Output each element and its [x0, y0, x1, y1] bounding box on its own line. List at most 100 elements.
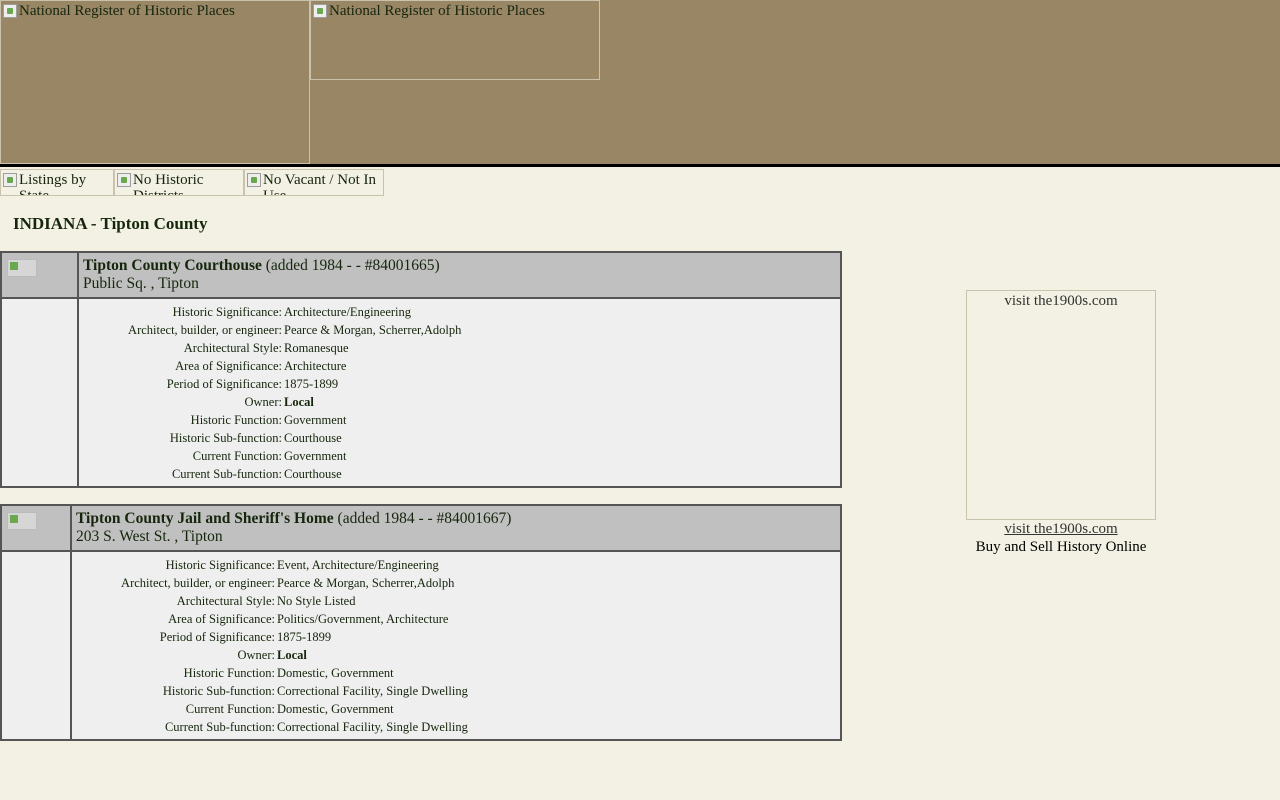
detail-value: Architecture — [284, 359, 347, 373]
detail-label: Current Function: — [192, 449, 282, 463]
detail-row: Area of Significance: Politics/Government… — [72, 610, 840, 628]
site-header: National Register of Historic Places Nat… — [0, 0, 1280, 167]
detail-value: Domestic, Government — [277, 702, 394, 716]
detail-row: Historic Significance: Event, Architectur… — [72, 556, 840, 574]
detail-row: Architectural Style: No Style Listed — [72, 592, 840, 610]
broken-image-icon — [7, 512, 37, 530]
detail-label: Period of Significance: — [159, 630, 275, 644]
detail-value: Correctional Facility, Single Dwelling — [277, 684, 468, 698]
detail-value: Government — [284, 413, 347, 427]
detail-table: Historic Significance: Architecture/Engin… — [79, 299, 840, 489]
ad-tagline: Buy and Sell History Online — [975, 539, 1147, 555]
logo-image[interactable]: National Register of Historic Places — [0, 0, 310, 164]
detail-label: Current Sub-function: — [164, 720, 275, 734]
detail-value: Correctional Facility, Single Dwelling — [277, 720, 468, 734]
nav-listings-by-state[interactable]: Listings by State — [0, 169, 114, 196]
broken-image-icon — [3, 4, 17, 18]
broken-image-icon — [247, 173, 261, 187]
detail-table: Historic Significance: Event, Architectur… — [72, 552, 840, 742]
broken-image-icon — [7, 259, 37, 277]
detail-value: Courthouse — [284, 467, 342, 481]
listing-name: Tipton County Courthouse — [83, 257, 262, 274]
logo-alt-text: National Register of Historic Places — [19, 3, 235, 19]
listing-card: Tipton County Courthouse (added 1984 - -… — [0, 251, 842, 488]
detail-label: Owner: — [237, 648, 276, 662]
detail-row: Historic Function: Domestic, Government — [72, 664, 840, 682]
broken-image-icon — [313, 4, 327, 18]
ad-image-alt: visit the1900s.com — [1004, 293, 1118, 309]
detail-label: Historic Significance: — [165, 558, 275, 572]
listing-thumbnail[interactable] — [2, 253, 79, 297]
detail-value: Architecture/Engineering — [284, 305, 412, 319]
detail-value: Politics/Government, Architecture — [277, 612, 449, 626]
detail-row: Current Function: Government — [79, 447, 840, 465]
detail-value: Local — [277, 646, 307, 664]
detail-label: Historic Significance: — [172, 305, 282, 319]
detail-value-bold: Local — [277, 648, 307, 662]
detail-value: Local — [284, 393, 314, 411]
ad-link[interactable]: visit the1900s.com — [941, 521, 1181, 538]
detail-value: Courthouse — [284, 431, 342, 445]
listing-details: Historic Significance: Event, Architectur… — [2, 552, 840, 742]
detail-row: Historic Sub-function: Courthouse — [79, 429, 840, 447]
detail-row: Architectural Style: Romanesque — [79, 339, 840, 357]
detail-value-bold: Local — [284, 395, 314, 409]
detail-label: Historic Function: — [183, 666, 275, 680]
nav-label: Listings by State — [19, 172, 87, 196]
detail-value: Government — [284, 449, 347, 463]
listing-title: Tipton County Jail and Sheriff's Home (a… — [72, 506, 515, 550]
detail-label: Architectural Style: — [176, 594, 275, 608]
detail-value: 1875-1899 — [277, 630, 332, 644]
detail-value: Domestic, Government — [277, 666, 394, 680]
detail-label: Current Function: — [185, 702, 275, 716]
page-title: INDIANA - Tipton County — [13, 214, 208, 233]
listing-details: Historic Significance: Architecture/Engin… — [2, 299, 840, 489]
detail-row: Historic Significance: Architecture/Engin… — [79, 303, 840, 321]
detail-label: Period of Significance: — [166, 377, 282, 391]
detail-row: Architect, builder, or engineer: Pearce &… — [79, 321, 840, 339]
listing-name: Tipton County Jail and Sheriff's Home — [76, 510, 334, 527]
detail-row: Owner: Local — [72, 646, 840, 664]
detail-value: Romanesque — [284, 341, 349, 355]
detail-label: Owner: — [244, 395, 283, 409]
detail-value: 1875-1899 — [284, 377, 339, 391]
detail-value: No Style Listed — [277, 594, 356, 608]
broken-image-icon — [3, 173, 17, 187]
detail-label: Architect, builder, or engineer: — [121, 576, 275, 590]
ad-banner[interactable]: visit the1900s.com — [966, 290, 1156, 520]
broken-image-icon — [117, 173, 131, 187]
listing-title: Tipton County Courthouse (added 1984 - -… — [79, 253, 444, 297]
detail-row: Current Sub-function: Correctional Facili… — [72, 718, 840, 736]
detail-value: Pearce & Morgan, Scherrer,Adolph — [277, 576, 455, 590]
detail-row: Period of Significance: 1875-1899 — [72, 628, 840, 646]
detail-label: Area of Significance: — [175, 359, 282, 373]
detail-label: Architect, builder, or engineer: — [128, 323, 282, 337]
listing-spacer — [2, 552, 72, 741]
nav-no-vacant[interactable]: No Vacant / Not In Use — [244, 169, 384, 196]
detail-label: Historic Sub-function: — [169, 431, 282, 445]
listing-added: (added 1984 - - #84001667) — [337, 510, 512, 527]
detail-row: Current Sub-function: Courthouse — [79, 465, 840, 483]
detail-label: Historic Function: — [190, 413, 282, 427]
listing-address: Public Sq. , Tipton — [83, 275, 199, 292]
nav-no-historic-districts[interactable]: No Historic Districts — [114, 169, 244, 196]
nav-label: No Historic Districts — [133, 172, 204, 196]
listing-card: Tipton County Jail and Sheriff's Home (a… — [0, 504, 842, 741]
detail-row: Owner: Local — [79, 393, 840, 411]
detail-label: Area of Significance: — [168, 612, 275, 626]
listing-added: (added 1984 - - #84001665) — [265, 257, 440, 274]
detail-value: Event, Architecture/Engineering — [277, 558, 439, 572]
listing-address: 203 S. West St. , Tipton — [76, 528, 223, 545]
logo-alt-text: National Register of Historic Places — [329, 3, 545, 19]
listing-thumbnail[interactable] — [2, 506, 72, 550]
detail-row: Period of Significance: 1875-1899 — [79, 375, 840, 393]
detail-row: Historic Sub-function: Correctional Facil… — [72, 682, 840, 700]
detail-row: Architect, builder, or engineer: Pearce &… — [72, 574, 840, 592]
detail-row: Current Function: Domestic, Government — [72, 700, 840, 718]
listing-header: Tipton County Jail and Sheriff's Home (a… — [2, 506, 840, 552]
listing-spacer — [2, 299, 79, 488]
logo-image-secondary[interactable]: National Register of Historic Places — [310, 0, 600, 80]
nav-label: No Vacant / Not In Use — [263, 172, 377, 196]
listing-header: Tipton County Courthouse (added 1984 - -… — [2, 253, 840, 299]
detail-row: Area of Significance: Architecture — [79, 357, 840, 375]
